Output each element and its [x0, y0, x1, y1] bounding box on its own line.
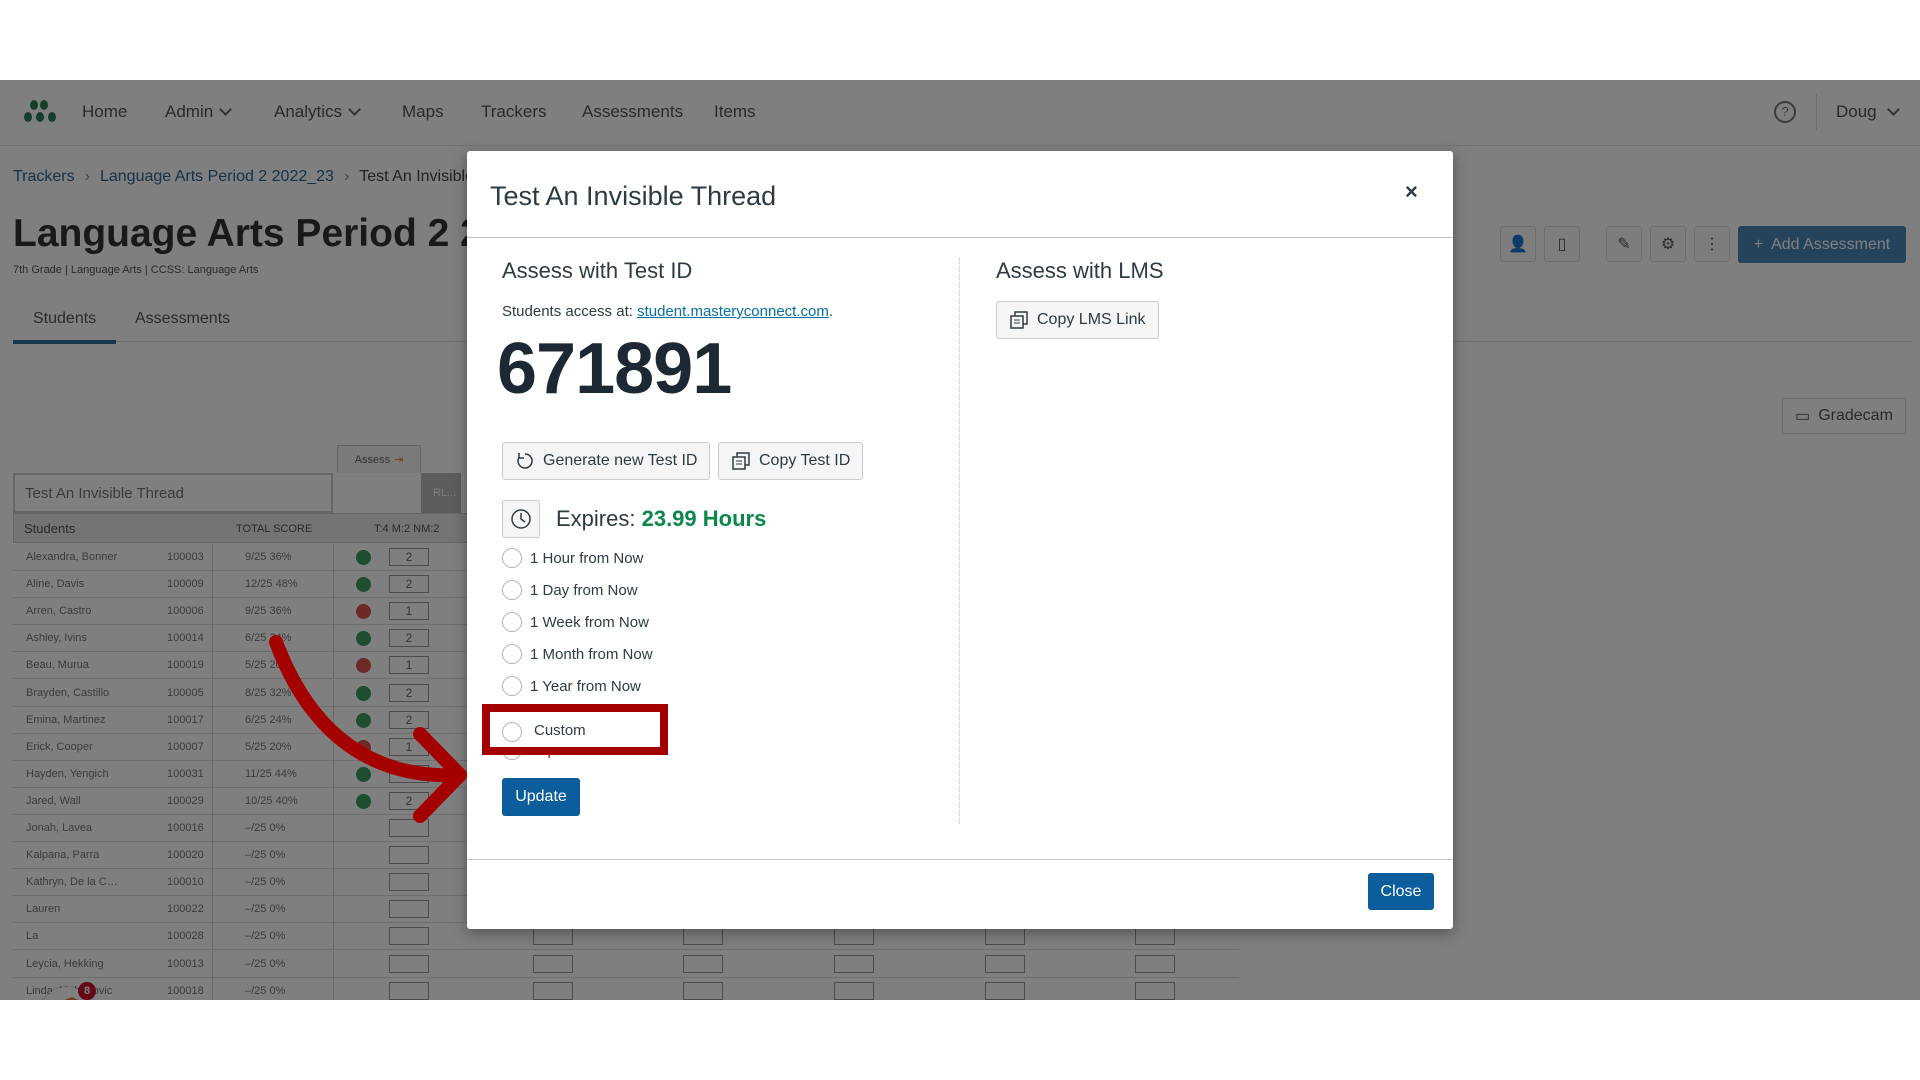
copy-test-id-label: Copy Test ID	[759, 452, 851, 469]
radio-button[interactable]	[502, 722, 522, 742]
option-1-month[interactable]: 1 Month from Now	[502, 644, 653, 664]
close-icon[interactable]: ×	[1405, 179, 1418, 205]
radio-button[interactable]	[502, 580, 522, 600]
student-access-text: Students access at: student.masteryconne…	[502, 303, 833, 320]
option-label: 1 Year from Now	[530, 677, 641, 695]
option-1-day[interactable]: 1 Day from Now	[502, 580, 638, 600]
radio-button[interactable]	[502, 612, 522, 632]
option-label: 1 Day from Now	[530, 581, 638, 599]
modal-title: Test An Invisible Thread	[490, 181, 777, 211]
expires-value: 23.99 Hours	[641, 506, 767, 531]
test-id-value: 671891	[497, 329, 732, 409]
assess-with-lms-section: Assess with LMS Copy LMS Link	[996, 258, 1416, 339]
option-1-year[interactable]: 1 Year from Now	[502, 676, 641, 696]
assess-with-test-id-section: Assess with Test ID Students access at: …	[497, 258, 942, 816]
refresh-icon	[517, 453, 533, 469]
access-suffix: .	[828, 303, 834, 320]
copy-icon	[1010, 311, 1028, 329]
access-prefix: Students access at:	[502, 303, 638, 320]
highlight-label: Custom	[534, 722, 586, 739]
option-label: 1 Week from Now	[530, 613, 649, 631]
screen: Home Admin Analytics Maps Trackers Asses…	[0, 80, 1920, 1000]
modal-header: Test An Invisible Thread ×	[467, 151, 1453, 238]
column-divider	[959, 258, 960, 824]
option-1-week[interactable]: 1 Week from Now	[502, 612, 649, 632]
copy-icon	[732, 452, 750, 470]
clock-icon	[511, 509, 531, 529]
close-button[interactable]: Close	[1368, 873, 1434, 910]
radio-button[interactable]	[502, 548, 522, 568]
option-1-hour[interactable]: 1 Hour from Now	[502, 548, 643, 568]
expiration-clock-button[interactable]	[502, 500, 540, 538]
custom-option-highlight: Custom	[482, 704, 668, 755]
radio-button[interactable]	[502, 676, 522, 696]
copy-lms-link-button[interactable]: Copy LMS Link	[996, 301, 1159, 339]
update-button[interactable]: Update	[502, 778, 580, 816]
expires-text: Expires: 23.99 Hours	[556, 506, 766, 532]
section-title-test-id: Assess with Test ID	[502, 258, 693, 283]
copy-lms-link-label: Copy LMS Link	[1037, 311, 1146, 328]
modal-footer: Close	[467, 859, 1453, 929]
section-title-lms: Assess with LMS	[996, 258, 1164, 283]
assess-modal: Test An Invisible Thread × Assess with T…	[467, 151, 1453, 929]
generate-test-id-button[interactable]: Generate new Test ID	[502, 442, 711, 480]
student-access-link[interactable]: student.masteryconnect.com	[637, 303, 829, 320]
copy-test-id-button[interactable]: Copy Test ID	[718, 442, 864, 480]
option-label: 1 Hour from Now	[530, 549, 644, 567]
expires-label: Expires:	[556, 506, 642, 531]
option-label: 1 Month from Now	[530, 645, 653, 663]
generate-test-id-label: Generate new Test ID	[543, 452, 698, 469]
radio-button[interactable]	[502, 644, 522, 664]
